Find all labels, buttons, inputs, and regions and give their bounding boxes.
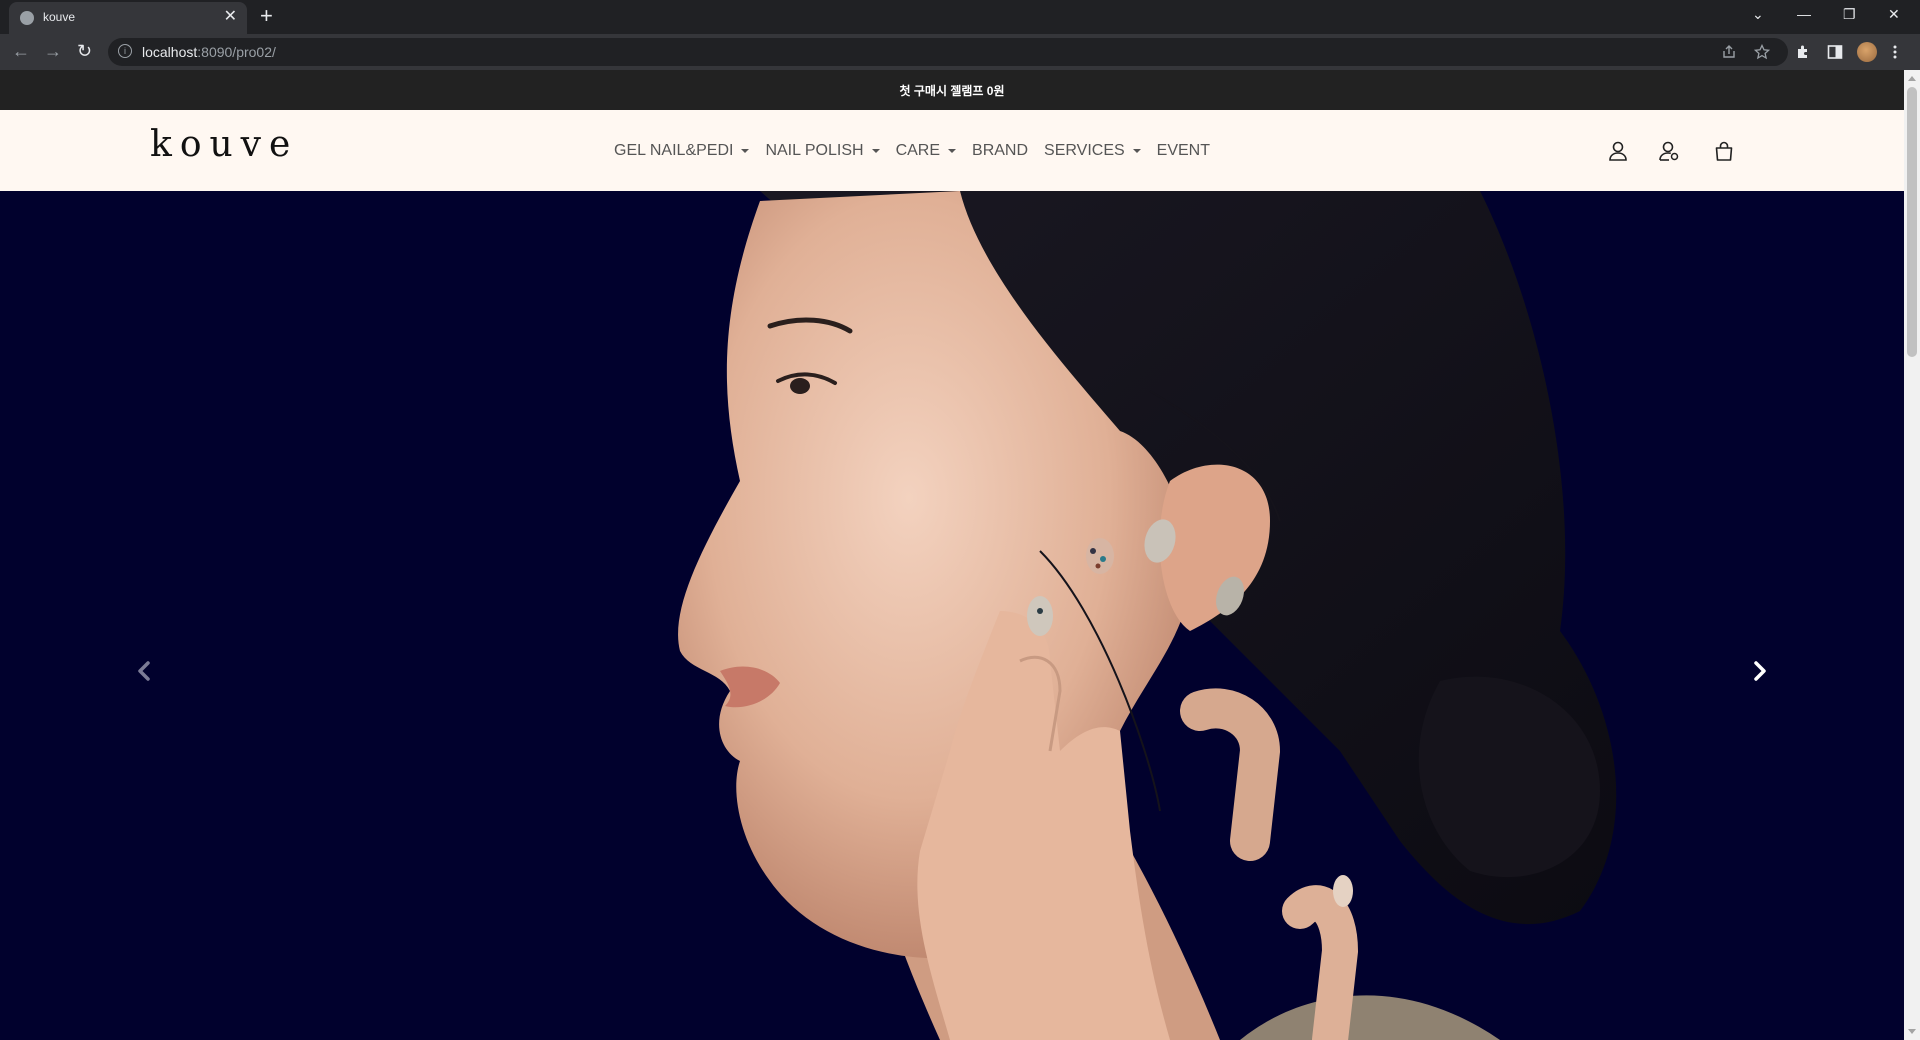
shopping-bag-icon[interactable] — [1713, 140, 1735, 162]
site-header: kouve GEL NAIL&PEDI NAIL POLISH CARE BRA… — [0, 110, 1904, 191]
nav-item-gel-nail-pedi[interactable]: GEL NAIL&PEDI — [614, 141, 750, 160]
browser-toolbar: ← → ↻ i localhost:8090/pro02/ — [0, 34, 1920, 70]
promo-text: 첫 구매시 젤램프 0원 — [899, 84, 1005, 98]
tab-close-button[interactable]: ✕ — [224, 7, 237, 27]
nav-item-brand[interactable]: BRAND — [972, 142, 1028, 160]
nav-label: CARE — [895, 141, 941, 159]
globe-icon — [20, 11, 34, 25]
user-icon[interactable] — [1607, 140, 1629, 162]
hero-image — [0, 191, 1904, 1040]
minimize-button[interactable]: — — [1797, 4, 1811, 24]
site-logo[interactable]: kouve — [150, 124, 298, 165]
back-button[interactable]: ← — [12, 41, 30, 61]
chevron-left-icon[interactable] — [130, 655, 158, 687]
main-nav: GEL NAIL&PEDI NAIL POLISH CARE BRAND SER… — [614, 110, 1226, 191]
new-tab-button[interactable]: + — [260, 3, 273, 29]
tab-search-button[interactable]: ⌄ — [1752, 4, 1764, 24]
address-bar[interactable]: i localhost:8090/pro02/ — [108, 38, 1788, 66]
reload-button[interactable]: ↻ — [77, 41, 92, 61]
hero-carousel[interactable] — [0, 191, 1904, 1040]
caret-down-icon — [1132, 148, 1141, 153]
nav-item-nail-polish[interactable]: NAIL POLISH — [765, 141, 880, 160]
extensions-icon[interactable] — [1795, 44, 1811, 60]
forward-button[interactable]: → — [44, 41, 62, 61]
scroll-down-icon[interactable] — [1908, 1029, 1916, 1034]
scrollbar-thumb[interactable] — [1907, 87, 1917, 357]
nav-label: SERVICES — [1044, 141, 1125, 159]
nav-label: GEL NAIL&PEDI — [614, 141, 734, 159]
caret-down-icon — [741, 148, 750, 153]
share-icon[interactable] — [1722, 45, 1736, 59]
nav-label: EVENT — [1156, 141, 1210, 159]
tab-title: kouve — [43, 10, 76, 24]
browser-menu-icon[interactable] — [1892, 44, 1898, 60]
nav-item-care[interactable]: CARE — [895, 141, 957, 160]
address-url[interactable]: localhost:8090/pro02/ — [142, 44, 276, 60]
web-page: 첫 구매시 젤램프 0원 kouve GEL NAIL&PEDI NAIL PO… — [0, 70, 1904, 1040]
chevron-right-icon[interactable] — [1746, 655, 1774, 687]
info-icon[interactable]: i — [118, 44, 132, 58]
side-panel-icon[interactable] — [1827, 44, 1843, 60]
restore-button[interactable]: ❐ — [1843, 4, 1856, 24]
promo-banner[interactable]: 첫 구매시 젤램프 0원 — [0, 70, 1904, 110]
bookmark-star-icon[interactable] — [1754, 44, 1770, 60]
caret-down-icon — [871, 148, 880, 153]
caret-down-icon — [948, 148, 957, 153]
close-window-button[interactable]: ✕ — [1888, 4, 1900, 24]
browser-tabstrip: kouve ✕ + ⌄ — ❐ ✕ — [0, 0, 1920, 34]
browser-tab[interactable]: kouve ✕ — [9, 2, 247, 34]
url-host: localhost — [142, 44, 198, 60]
page-scrollbar[interactable] — [1904, 70, 1920, 1040]
nav-item-event[interactable]: EVENT — [1157, 142, 1210, 160]
user-settings-icon[interactable] — [1658, 140, 1680, 162]
nav-label: BRAND — [972, 141, 1029, 159]
nav-label: NAIL POLISH — [765, 141, 864, 159]
scroll-up-icon[interactable] — [1908, 76, 1916, 81]
profile-avatar[interactable] — [1857, 42, 1877, 62]
nav-item-services[interactable]: SERVICES — [1044, 142, 1141, 160]
url-path: :8090/pro02/ — [197, 44, 276, 60]
